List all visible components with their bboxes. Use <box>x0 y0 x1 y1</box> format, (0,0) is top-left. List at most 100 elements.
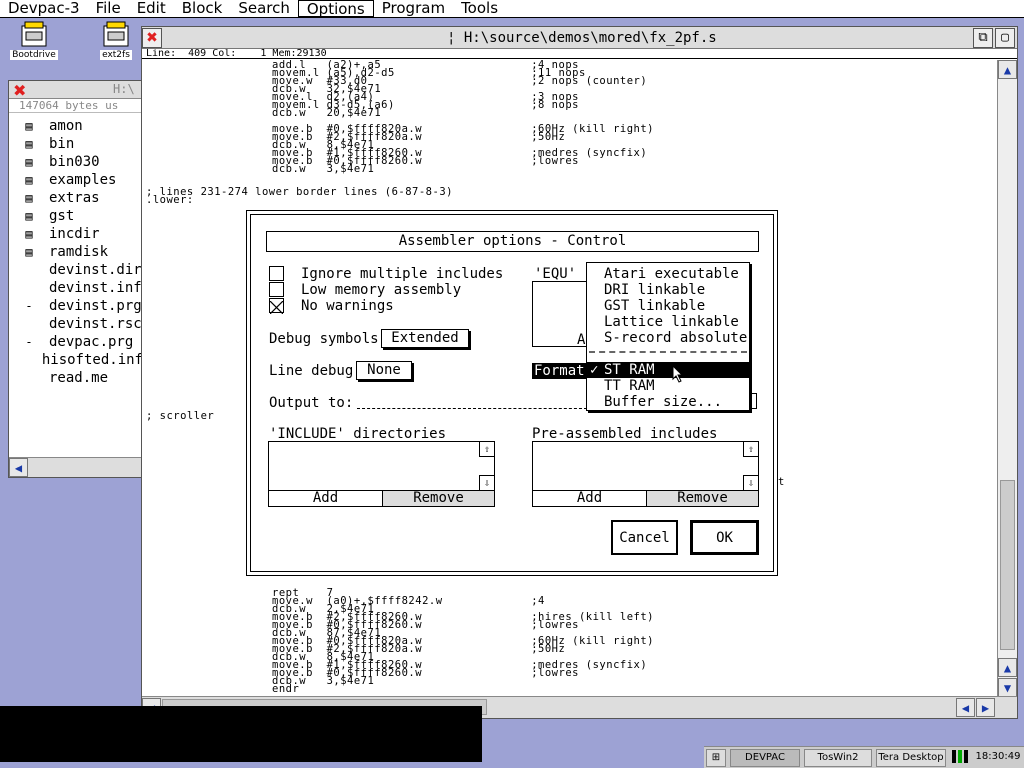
format-item-atari-executable[interactable]: Atari executable <box>587 266 749 282</box>
debug-symbols-popup[interactable]: Extended <box>381 329 469 348</box>
file-list-item[interactable]: ▤ incdir <box>9 225 143 243</box>
terminal-window[interactable] <box>0 706 482 762</box>
file-list-item[interactable]: devinst.rsc <box>9 315 143 333</box>
close-icon[interactable]: ✖ <box>142 28 162 48</box>
taskbar-item-toswin2[interactable]: TosWin2 <box>804 749 872 767</box>
file-name: bin030 <box>49 154 100 170</box>
menu-program[interactable]: Program <box>374 0 453 17</box>
taskbar-item-devpac[interactable]: DEVPAC <box>730 749 800 767</box>
file-name: devinst.inf <box>49 280 142 296</box>
desktop-icon-bootdrive[interactable]: Bootdrive <box>6 20 62 60</box>
file-name: ramdisk <box>49 244 109 260</box>
taskbar: ⊞ DEVPAC TosWin2 Tera Desktop 18:30:49 <box>704 746 1024 768</box>
file-name: hisofted.inf <box>41 352 143 368</box>
menu-devpac[interactable]: Devpac-3 <box>0 0 88 17</box>
no-warnings-checkbox[interactable] <box>269 298 284 315</box>
line-debug-popup[interactable]: None <box>356 361 412 380</box>
code-line: ; scroller <box>146 410 215 422</box>
scroll-right-icon[interactable]: ▶ <box>976 698 995 717</box>
menu-search[interactable]: Search <box>230 0 298 17</box>
equ-symbols-label: 'EQU' s <box>534 266 594 282</box>
file-list-item[interactable]: devinst.dir <box>9 261 143 279</box>
include-directories-list[interactable]: ⇧ ⇩ <box>268 441 495 491</box>
iconify-icon[interactable]: ⧉ <box>973 28 993 48</box>
scroll-up-icon[interactable]: ▲ <box>998 60 1017 79</box>
file-list-item[interactable]: ▤ examples <box>9 171 143 189</box>
file-list-item[interactable]: ▤ ramdisk <box>9 243 143 261</box>
format-item-gst-linkable[interactable]: GST linkable <box>587 298 749 314</box>
folder-icon: ▤ <box>25 227 33 241</box>
preassembled-add-button[interactable]: Add <box>532 490 647 507</box>
scroll-left-icon[interactable]: ◀ <box>9 458 28 477</box>
file-list-item[interactable]: - devinst.prg <box>9 297 143 315</box>
file-list-item[interactable]: ▤ amon <box>9 117 143 135</box>
desktop-icon-ext2fs[interactable]: ext2fs <box>88 20 144 60</box>
file-name: incdir <box>49 226 100 242</box>
scroll-up-icon[interactable]: ⇧ <box>743 441 759 457</box>
include-remove-button[interactable]: Remove <box>382 490 495 507</box>
close-icon[interactable]: ✖ <box>13 81 26 100</box>
scroll-left-icon[interactable]: ◀ <box>956 698 975 717</box>
scroll-down-icon[interactable]: ⇩ <box>743 475 759 491</box>
ok-button[interactable]: OK <box>690 520 759 555</box>
code-line: endr <box>272 683 300 695</box>
folder-icon: ▤ <box>25 191 33 205</box>
format-item-dri-linkable[interactable]: DRI linkable <box>587 282 749 298</box>
debug-symbols-label: Debug symbols <box>269 331 379 347</box>
scroll-up-icon[interactable]: ▲ <box>998 658 1017 677</box>
menu-block[interactable]: Block <box>174 0 231 17</box>
folder-icon: ▤ <box>25 245 33 259</box>
format-item-buffer-size[interactable]: Buffer size... <box>587 394 749 410</box>
file-list-item[interactable]: devinst.inf <box>9 279 143 297</box>
file-window: ✖ H:\ 147064 bytes us ▤ amon ▤ bin ▤ bin030 ▤ e… <box>8 80 144 478</box>
editor-vscrollbar[interactable]: ▲ ▲ ▼ <box>997 60 1017 698</box>
ignore-multiple-includes-label: Ignore multiple includes <box>301 266 504 282</box>
file-list-item[interactable]: - devpac.prg <box>9 333 143 351</box>
taskbar-item-tera-desktop[interactable]: Tera Desktop <box>876 749 946 767</box>
cancel-button[interactable]: Cancel <box>611 520 678 555</box>
equ-add-button-fragment[interactable]: A <box>577 332 585 348</box>
folder-icon: ▤ <box>25 119 33 133</box>
include-directories-label: 'INCLUDE' directories <box>269 426 447 442</box>
menu-file[interactable]: File <box>88 0 129 17</box>
scroll-up-icon[interactable]: ⇧ <box>479 441 495 457</box>
format-label[interactable]: Format <box>532 363 587 379</box>
start-menu-icon[interactable]: ⊞ <box>706 749 726 767</box>
file-name: read.me <box>49 370 109 386</box>
scroll-down-icon[interactable]: ▼ <box>998 678 1017 697</box>
low-memory-assembly-checkbox[interactable] <box>269 282 284 297</box>
menu-separator <box>589 351 747 353</box>
format-item-st-ram[interactable]: ✓ ST RAM <box>587 362 749 378</box>
folder-icon: ▤ <box>25 155 33 169</box>
editor-titlebar[interactable]: ✖ ¦ H:\source\demos\mored\fx_2pf.s ⧉ ▢ <box>142 27 1017 49</box>
format-item-tt-ram[interactable]: TT RAM <box>587 378 749 394</box>
file-list-item[interactable]: ▤ extras <box>9 189 143 207</box>
file-list-item[interactable]: ▤ gst <box>9 207 143 225</box>
file-name: gst <box>49 208 75 224</box>
file-list-item[interactable]: ▤ bin030 <box>9 153 143 171</box>
fullsize-icon[interactable]: ▢ <box>995 28 1015 48</box>
dialog-title: Assembler options - Control <box>266 231 759 252</box>
menu-options[interactable]: Options <box>297 0 374 18</box>
file-window-hscrollbar[interactable]: ◀ <box>9 457 143 477</box>
preassembled-includes-list[interactable]: ⇧ ⇩ <box>532 441 759 491</box>
scroll-down-icon[interactable]: ⇩ <box>479 475 495 491</box>
checkbox-cross-icon <box>269 300 284 315</box>
preassembled-remove-button[interactable]: Remove <box>646 490 759 507</box>
cpu-load-icon <box>950 749 972 767</box>
file-window-title: H:\ <box>113 82 135 96</box>
folder-icon: ▤ <box>25 137 33 151</box>
file-name: examples <box>49 172 117 188</box>
menu-edit[interactable]: Edit <box>129 0 174 17</box>
file-list-item[interactable]: hisofted.inf <box>9 351 143 369</box>
file-window-titlebar[interactable]: ✖ H:\ <box>9 81 143 100</box>
format-item-lattice-linkable[interactable]: Lattice linkable <box>587 314 749 330</box>
output-to-input[interactable] <box>357 408 587 409</box>
menu-tools[interactable]: Tools <box>453 0 506 17</box>
file-list-item[interactable]: read.me <box>9 369 143 387</box>
ignore-multiple-includes-checkbox[interactable] <box>269 266 284 281</box>
vscroll-thumb[interactable] <box>1000 480 1015 650</box>
format-item-s-record-absolute[interactable]: S-record absolute <box>587 330 749 346</box>
include-add-button[interactable]: Add <box>268 490 383 507</box>
file-list-item[interactable]: ▤ bin <box>9 135 143 153</box>
